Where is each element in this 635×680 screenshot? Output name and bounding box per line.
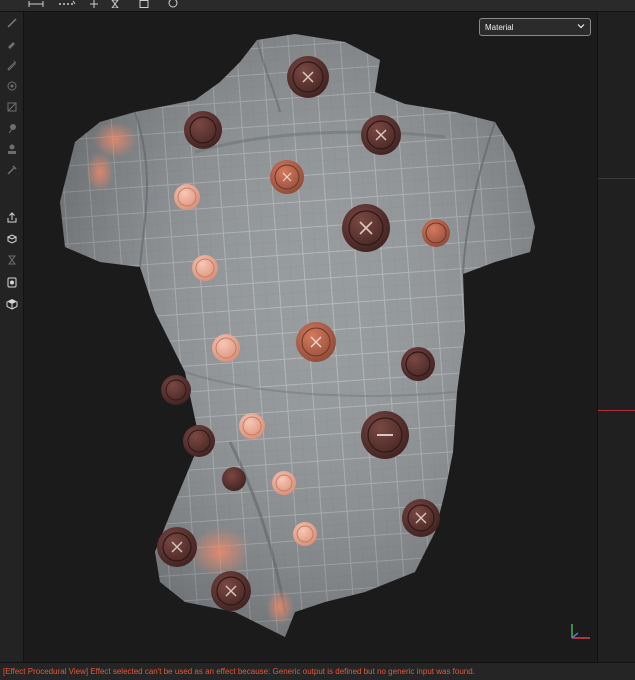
left-toolbar (0, 12, 24, 662)
frame-icon[interactable] (138, 0, 150, 8)
button-light (174, 184, 200, 210)
info-icon[interactable] (167, 0, 179, 8)
button-dark (161, 375, 191, 405)
button-dark (361, 115, 401, 155)
mask-icon[interactable] (4, 99, 20, 115)
material-select-value: Material (485, 22, 514, 32)
material-select[interactable]: Material (479, 18, 591, 36)
camera-icon[interactable] (4, 274, 20, 290)
button-dark (211, 571, 251, 611)
stamp-circle-icon[interactable] (4, 78, 20, 94)
button-light (293, 522, 317, 546)
chevron-down-icon (577, 22, 585, 32)
button-dark (402, 499, 440, 537)
bake-icon[interactable] (4, 231, 20, 247)
layers-icon[interactable] (4, 252, 20, 268)
button-dark (287, 56, 329, 98)
measure-icon[interactable] (27, 0, 45, 8)
transform-icon[interactable] (87, 0, 101, 8)
button-light (239, 413, 265, 439)
shirt-render[interactable] (25, 12, 597, 662)
button-orange (270, 160, 304, 194)
button-orange (422, 219, 450, 247)
top-toolbar (0, 0, 635, 12)
status-bar: [Effect Procedural View] Effect selected… (0, 662, 635, 680)
button-light (192, 255, 218, 281)
cube-icon[interactable] (4, 296, 20, 312)
axis-gizmo-icon (571, 624, 590, 639)
button-dark (222, 467, 246, 491)
3d-viewport[interactable] (25, 12, 597, 662)
axis-gizmo (568, 620, 596, 642)
button-dark (401, 347, 435, 381)
right-panel-accent-line (598, 410, 635, 411)
right-panel-divider (598, 178, 635, 179)
hourglass-icon[interactable] (109, 0, 121, 8)
button-dark (361, 411, 409, 459)
button-dark (184, 111, 222, 149)
button-dark (342, 204, 390, 252)
smudge-icon[interactable] (4, 120, 20, 136)
dotted-grid-icon[interactable] (57, 0, 77, 8)
button-light (272, 471, 296, 495)
export-icon[interactable] (4, 210, 20, 226)
eraser-icon[interactable] (4, 36, 20, 52)
eyedropper-icon[interactable] (4, 162, 20, 178)
status-error-message: [Effect Procedural View] Effect selected… (3, 667, 475, 676)
paint-brush-icon[interactable] (4, 15, 20, 31)
button-orange (296, 322, 336, 362)
button-dark (183, 425, 215, 457)
pen-icon[interactable] (4, 57, 20, 73)
clone-stamp-icon[interactable] (4, 141, 20, 157)
right-panel (597, 12, 635, 662)
button-dark (157, 527, 197, 567)
button-light (212, 334, 240, 362)
